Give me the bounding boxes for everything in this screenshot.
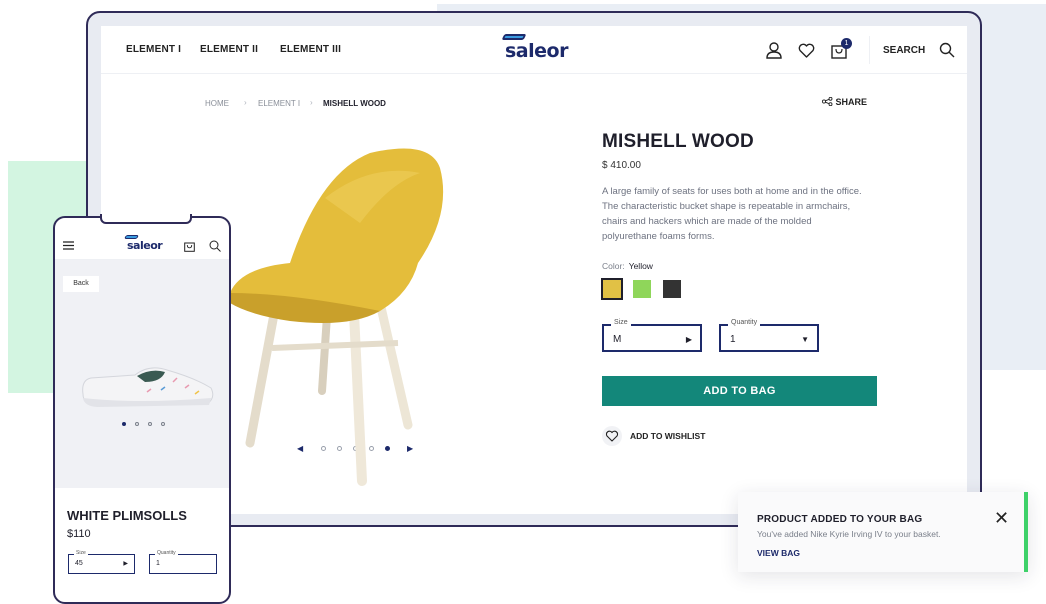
nav-element-2[interactable]: ELEMENT II	[200, 44, 258, 55]
search-icon[interactable]	[939, 42, 955, 58]
close-icon[interactable]: ✕	[994, 509, 1009, 527]
mobile-product-price: $110	[67, 528, 91, 540]
phone-notch	[100, 214, 192, 224]
header-divider	[869, 36, 870, 64]
desktop-header: ELEMENT I ELEMENT II ELEMENT III saleor …	[101, 26, 967, 74]
swatch-green[interactable]	[633, 280, 651, 298]
mobile-quantity-select[interactable]: Quantity 1	[149, 550, 217, 574]
gallery-dot[interactable]	[148, 422, 152, 426]
product-title: MISHELL WOOD	[602, 131, 754, 152]
breadcrumb-separator: ›	[244, 98, 247, 107]
user-icon[interactable]	[766, 41, 782, 59]
wishlist-button[interactable]	[602, 426, 622, 446]
caret-right-icon: ▶	[685, 335, 692, 344]
mobile-product-title: WHITE PLIMSOLLS	[67, 508, 187, 523]
quantity-value: 1	[730, 334, 736, 345]
product-image-shoe	[82, 367, 214, 407]
caret-down-icon: ▼	[801, 335, 809, 344]
logo-swoosh	[124, 235, 139, 239]
breadcrumb-current: MISHELL WOOD	[323, 99, 386, 108]
nav-element-3[interactable]: ELEMENT III	[280, 44, 341, 55]
share-label: SHARE	[835, 97, 868, 107]
heart-icon[interactable]	[798, 43, 815, 58]
add-to-wishlist-link[interactable]: ADD TO WISHLIST	[630, 431, 705, 441]
nav-element-1[interactable]: ELEMENT I	[126, 44, 181, 55]
mobile-size-select[interactable]: Size 45 ▶	[68, 550, 135, 574]
toast-title: PRODUCT ADDED TO YOUR BAG	[757, 514, 923, 525]
breadcrumb-category[interactable]: ELEMENT I	[258, 99, 300, 108]
bag-icon[interactable]	[184, 240, 195, 252]
product-description: A large family of seats for uses both at…	[602, 186, 862, 242]
quantity-select[interactable]: Quantity 1 ▼	[719, 319, 819, 352]
size-value: M	[613, 334, 622, 345]
phone-frame: saleor Back WHITE PLIMSOLLS $110 Size 45…	[53, 216, 231, 604]
search-icon[interactable]	[209, 240, 221, 252]
size-label: Size	[74, 550, 88, 556]
gallery-dot[interactable]	[161, 422, 165, 426]
cart-count-badge: 1	[841, 38, 852, 49]
quantity-label: Quantity	[728, 319, 761, 326]
size-select[interactable]: Size M ▶	[602, 319, 702, 352]
swatch-yellow[interactable]	[601, 278, 623, 300]
mobile-header: saleor	[55, 218, 229, 260]
saleor-logo[interactable]: saleor	[501, 34, 568, 62]
share-icon	[821, 96, 833, 107]
quantity-label: Quantity	[155, 550, 178, 556]
added-to-bag-toast: PRODUCT ADDED TO YOUR BAG You've added N…	[738, 492, 1028, 572]
color-label: Color: Yellow	[602, 261, 653, 271]
add-to-bag-button[interactable]: ADD TO BAG	[602, 376, 877, 406]
mobile-gallery: Back	[55, 260, 229, 488]
logo-text: saleor	[505, 40, 568, 62]
saleor-logo-mobile[interactable]: saleor	[124, 235, 163, 252]
share-button[interactable]: SHARE	[821, 96, 868, 107]
menu-icon[interactable]	[63, 241, 74, 250]
logo-swoosh	[501, 34, 527, 40]
view-bag-link[interactable]: VIEW BAG	[757, 548, 800, 558]
quantity-value: 1	[156, 560, 160, 567]
product-price: $ 410.00	[602, 160, 641, 171]
caret-right-icon: ▶	[123, 561, 128, 567]
breadcrumb-home[interactable]: HOME	[205, 99, 229, 108]
breadcrumb-separator: ›	[310, 98, 313, 107]
product-image-chair	[230, 148, 444, 486]
toast-success-bar	[1024, 492, 1028, 572]
logo-text: saleor	[127, 239, 163, 252]
size-label: Size	[611, 319, 631, 326]
color-value: Yellow	[628, 261, 653, 271]
size-value: 45	[75, 560, 83, 567]
search-label[interactable]: SEARCH	[883, 45, 925, 56]
gallery-dot-active[interactable]	[122, 422, 126, 426]
toast-message: You've added Nike Kyrie Irving IV to you…	[757, 529, 941, 539]
gallery-dot[interactable]	[135, 422, 139, 426]
swatch-black[interactable]	[663, 280, 681, 298]
heart-icon	[605, 430, 619, 442]
back-button[interactable]: Back	[63, 276, 99, 292]
color-label-text: Color:	[602, 261, 625, 271]
